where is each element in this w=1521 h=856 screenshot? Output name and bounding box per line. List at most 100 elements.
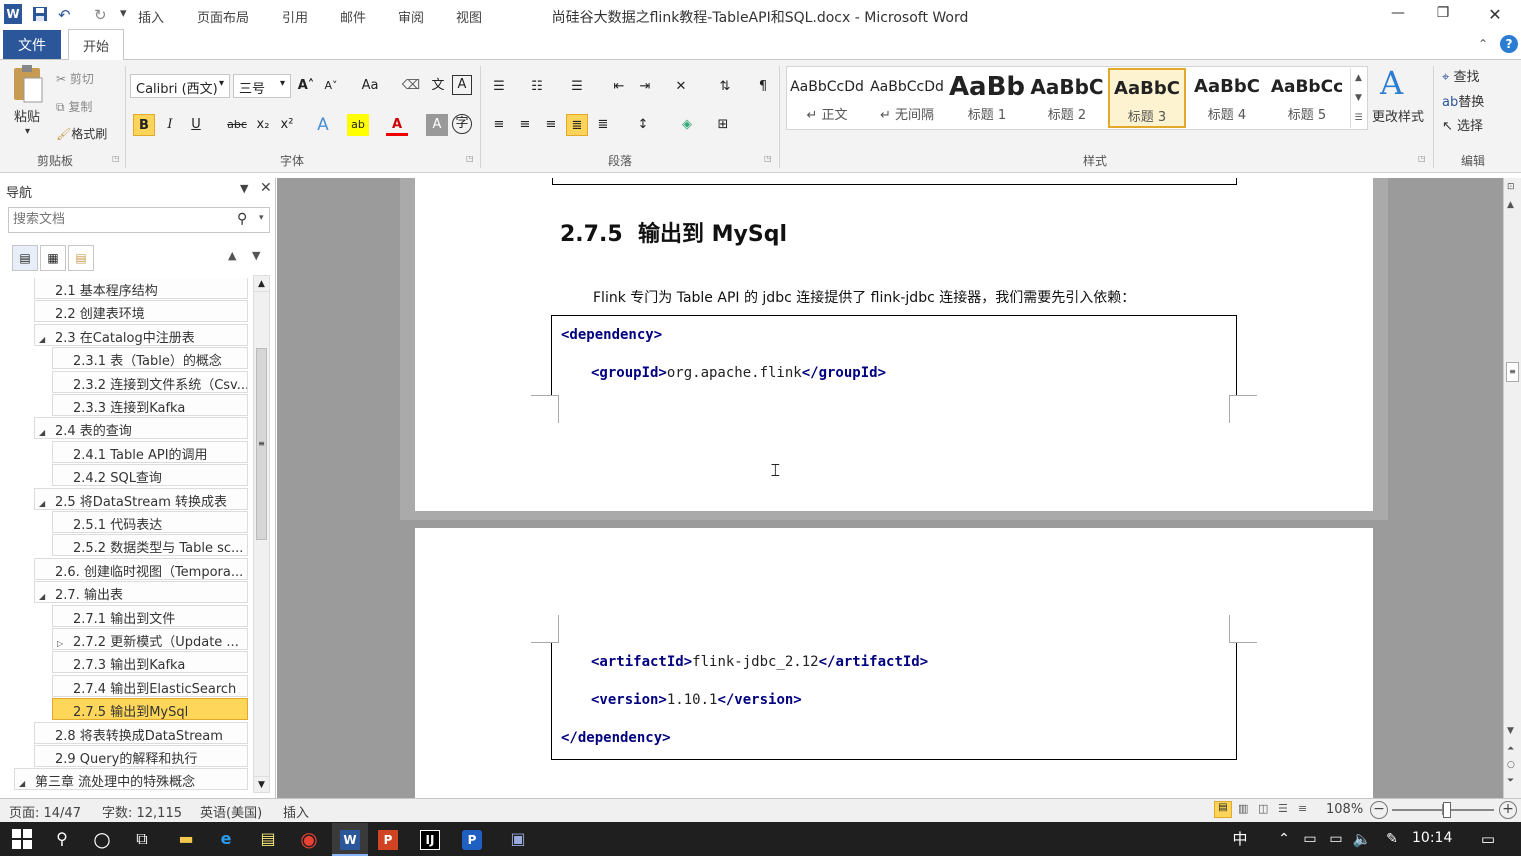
style-heading-4[interactable]: AaBbC 标题 4: [1188, 68, 1266, 128]
draft-icon[interactable]: ≡: [1298, 802, 1307, 815]
notepad-icon[interactable]: ▤: [254, 826, 282, 852]
phonetic-guide-button[interactable]: 文: [427, 75, 449, 97]
zoom-slider-thumb[interactable]: [1443, 802, 1451, 818]
intellij-icon[interactable]: IJ: [420, 830, 440, 850]
multilevel-list-icon[interactable]: ☰: [566, 76, 588, 98]
chevron-down-icon[interactable]: ▾: [259, 213, 264, 223]
copy-button[interactable]: ⧉ 复制: [56, 98, 92, 115]
align-right-icon[interactable]: ≡: [540, 114, 562, 136]
document-scrollbar[interactable]: ⊡ ▲ ≡ ▼ ⏶ ○ ⏷: [1503, 178, 1521, 798]
font-launcher-icon[interactable]: ◳: [466, 154, 474, 163]
char-border-button[interactable]: A: [452, 75, 472, 95]
style-heading-1[interactable]: AaBb 标题 1: [948, 68, 1026, 128]
tab-file[interactable]: 文件: [3, 30, 61, 59]
cortana-icon[interactable]: ○: [88, 826, 116, 852]
scroll-down-icon[interactable]: ▼: [1507, 726, 1514, 736]
nav-heading-item[interactable]: 2.3.3 连接到Kafka: [52, 394, 248, 416]
nav-heading-item[interactable]: 2.7.3 输出到Kafka: [52, 651, 248, 674]
save-icon[interactable]: [32, 6, 48, 26]
nav-heading-item[interactable]: 2.4.1 Table API的调用: [52, 440, 248, 463]
task-view-icon[interactable]: ⧉: [128, 826, 156, 852]
nav-pages-tab[interactable]: ▦: [40, 245, 66, 271]
next-heading-icon[interactable]: ▼: [252, 249, 260, 262]
word-app-icon[interactable]: W: [4, 4, 22, 24]
char-shading-button[interactable]: A: [426, 114, 448, 136]
help-icon[interactable]: ?: [1500, 35, 1518, 53]
text-effects-icon[interactable]: A: [312, 114, 334, 136]
nav-heading-item[interactable]: 2.5.2 数据类型与 Table sc...: [52, 534, 248, 557]
zoom-in-icon[interactable]: +: [1499, 801, 1517, 819]
clock[interactable]: 10:14: [1412, 830, 1452, 846]
zoom-out-icon[interactable]: −: [1370, 801, 1388, 819]
pen-icon[interactable]: ✎: [1378, 826, 1406, 852]
nav-heading-item[interactable]: ◢ 2.4 表的查询: [34, 417, 248, 440]
nav-close-icon[interactable]: ✕: [260, 180, 272, 196]
nav-heading-item[interactable]: 2.3.2 连接到文件系统（Csv...: [52, 370, 248, 393]
line-spacing-icon[interactable]: ↕: [632, 114, 654, 136]
nav-heading-item[interactable]: 2.4.2 SQL查询: [52, 464, 248, 487]
redo-icon[interactable]: ↻: [94, 6, 107, 24]
clipboard-launcher-icon[interactable]: ◳: [112, 154, 120, 163]
increase-indent-icon[interactable]: ⇥: [634, 76, 656, 98]
find-button[interactable]: ⌖ 查找: [1442, 66, 1479, 85]
decrease-indent-icon[interactable]: ⇤: [608, 76, 630, 98]
change-styles-button[interactable]: 更改样式: [1372, 106, 1424, 125]
borders-icon[interactable]: ⊞: [712, 114, 734, 136]
nav-heading-item[interactable]: ◢ 2.3 在Catalog中注册表: [34, 323, 248, 346]
web-layout-icon[interactable]: ◫: [1258, 802, 1268, 815]
shading-icon[interactable]: ◈: [676, 114, 698, 136]
shrink-font-button[interactable]: A˅: [320, 75, 342, 97]
chinese-layout-icon[interactable]: ✕: [670, 76, 692, 98]
scroll-down-icon[interactable]: ▼: [254, 776, 269, 792]
style-heading-5[interactable]: AaBbCc 标题 5: [1268, 68, 1346, 128]
battery-icon[interactable]: ▭: [1322, 826, 1350, 852]
highlight-icon[interactable]: ab: [347, 114, 369, 136]
style-heading-3[interactable]: AaBbC 标题 3: [1108, 68, 1186, 128]
align-left-icon[interactable]: ≡: [488, 114, 510, 136]
page-count[interactable]: 页面: 14/47: [9, 802, 81, 821]
nav-heading-item[interactable]: ◢ 第三章 流处理中的特殊概念: [14, 768, 248, 791]
prev-heading-icon[interactable]: ▲: [228, 249, 236, 262]
numbering-icon[interactable]: ☷: [526, 76, 548, 98]
next-page-icon[interactable]: ⏷: [1507, 776, 1514, 786]
clear-format-icon[interactable]: ⌫: [400, 75, 422, 97]
tab-page-layout[interactable]: 页面布局: [187, 5, 259, 27]
tab-insert[interactable]: 插入: [128, 5, 174, 27]
search-input[interactable]: [9, 208, 229, 230]
justify-icon[interactable]: ≣: [566, 114, 588, 136]
paste-button[interactable]: [10, 64, 46, 108]
ime-indicator[interactable]: 中: [1226, 826, 1254, 852]
nav-search-box[interactable]: ⚲ ▾: [8, 207, 270, 233]
scroll-up-icon[interactable]: ▲: [1507, 200, 1514, 210]
tray-expand-icon[interactable]: ⌃: [1270, 826, 1298, 852]
style-no-spacing[interactable]: AaBbCcDd ↵ 无间隔: [868, 68, 946, 128]
nav-heading-item[interactable]: 2.6. 创建临时视图（Tempora...: [34, 557, 248, 580]
select-button[interactable]: ↖ 选择: [1442, 115, 1483, 134]
expand-toggle-icon[interactable]: ◢: [19, 779, 35, 788]
undo-icon[interactable]: ↶: [58, 6, 71, 24]
restore-button[interactable]: ❐: [1428, 5, 1458, 27]
font-name-combo[interactable]: Calibri (西文) ▾: [130, 74, 230, 98]
bold-button[interactable]: B: [133, 114, 155, 136]
windows-start-icon[interactable]: [8, 826, 36, 852]
ruler-toggle-icon[interactable]: ⊡: [1507, 182, 1519, 196]
tab-view[interactable]: 视图: [446, 5, 492, 27]
gallery-scroll-icon[interactable]: ▲ ▼ ☰: [1350, 68, 1366, 128]
nav-heading-item[interactable]: ◢ 2.5 将DataStream 转换成表: [34, 487, 248, 510]
underline-button[interactable]: U: [185, 114, 207, 136]
print-layout-icon[interactable]: ▤: [1214, 801, 1232, 818]
nav-heading-item[interactable]: 2.7.1 输出到文件: [52, 604, 248, 627]
nav-heading-item[interactable]: 2.8 将表转换成DataStream: [34, 721, 248, 744]
nav-headings-tab[interactable]: ▤: [12, 245, 38, 271]
minimize-button[interactable]: —: [1383, 5, 1413, 27]
distributed-icon[interactable]: ≣: [592, 114, 614, 136]
expand-toggle-icon[interactable]: ◢: [39, 499, 55, 508]
volume-icon[interactable]: 🔈: [1348, 826, 1376, 852]
align-center-icon[interactable]: ≡: [514, 114, 536, 136]
nav-heading-item[interactable]: 2.3.1 表（Table）的概念: [52, 347, 248, 370]
subscript-button[interactable]: x₂: [252, 114, 274, 136]
search-icon[interactable]: ⚲: [48, 826, 76, 852]
expand-toggle-icon[interactable]: ◢: [39, 335, 55, 344]
font-color-button[interactable]: A: [386, 114, 408, 136]
screen-recorder-icon[interactable]: P: [462, 830, 482, 850]
